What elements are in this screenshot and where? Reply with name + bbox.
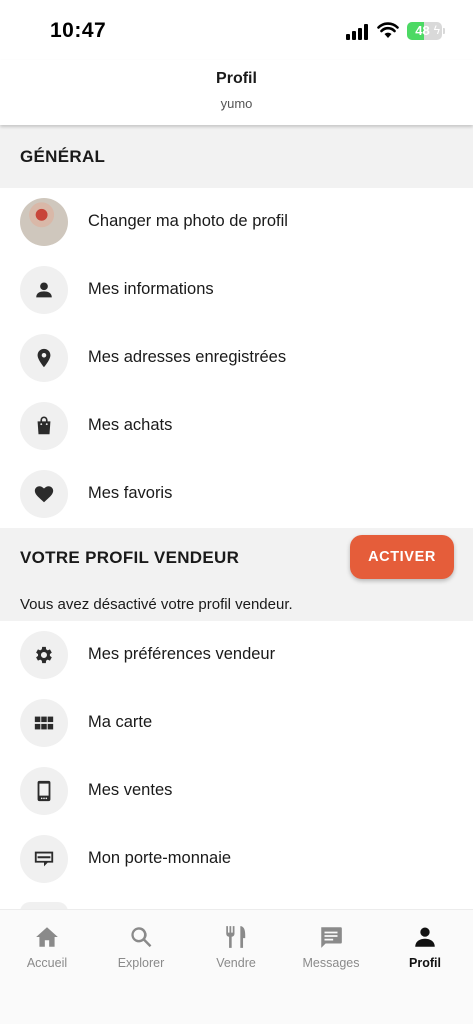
tab-messages[interactable]: Messages <box>284 924 378 970</box>
general-section-title: GÉNÉRAL <box>20 147 106 166</box>
grid-icon <box>20 699 68 747</box>
general-section-header: GÉNÉRAL <box>0 125 473 188</box>
avatar[interactable] <box>20 198 68 246</box>
wifi-icon <box>377 22 399 38</box>
page-title: Profil <box>216 70 257 87</box>
status-bar: 10:47 48 ϟ <box>0 0 473 60</box>
tab-home[interactable]: Accueil <box>0 924 94 970</box>
change-photo-label: Changer ma photo de profil <box>88 212 288 230</box>
tab-messages-label: Messages <box>302 956 360 970</box>
change-photo-row[interactable]: Changer ma photo de profil <box>0 188 473 256</box>
tab-home-label: Accueil <box>26 956 68 970</box>
vendor-preferences-row[interactable]: Mes préférences vendeur <box>0 621 473 689</box>
wallet-label: Mon porte-monnaie <box>88 849 232 867</box>
vendor-preferences-label: Mes préférences vendeur <box>88 645 276 663</box>
activate-button[interactable]: ACTIVER <box>350 535 454 579</box>
page-header: Profil yumo <box>0 60 473 125</box>
bottom-tab-bar: Accueil Explorer Vendre Messages Profil <box>0 909 473 1024</box>
my-info-label: Mes informations <box>88 280 214 298</box>
person-icon <box>415 927 435 947</box>
tab-sell[interactable]: Vendre <box>189 924 283 970</box>
tab-explore[interactable]: Explorer <box>94 924 188 970</box>
tab-profile-label: Profil <box>409 956 441 970</box>
home-icon <box>36 927 58 947</box>
cellular-signal-icon <box>346 24 370 40</box>
my-menu-row[interactable]: Ma carte <box>0 689 473 757</box>
vendor-disabled-note: Vous avez désactivé votre profil vendeur… <box>20 596 293 613</box>
my-favorites-label: Mes favoris <box>88 484 173 502</box>
status-time: 10:47 <box>50 19 107 42</box>
fork-knife-icon <box>226 926 246 948</box>
search-icon <box>131 927 152 948</box>
gear-icon <box>20 631 68 679</box>
tab-explore-label: Explorer <box>117 956 165 970</box>
wallet-icon <box>20 835 68 883</box>
location-pin-icon <box>20 334 68 382</box>
saved-addresses-row[interactable]: Mes adresses enregistrées <box>0 324 473 392</box>
my-menu-label: Ma carte <box>88 713 153 731</box>
wallet-row[interactable]: Mon porte-monnaie <box>0 825 473 893</box>
tab-sell-label: Vendre <box>216 956 256 970</box>
my-purchases-label: Mes achats <box>88 416 173 434</box>
my-purchases-row[interactable]: Mes achats <box>0 392 473 460</box>
person-icon <box>20 266 68 314</box>
my-favorites-row[interactable]: Mes favoris <box>0 460 473 528</box>
heart-icon <box>20 470 68 518</box>
my-info-row[interactable]: Mes informations <box>0 256 473 324</box>
vendor-section-title: VOTRE PROFIL VENDEUR <box>20 548 240 567</box>
tab-profile[interactable]: Profil <box>378 924 472 970</box>
shopping-bag-icon <box>20 402 68 450</box>
my-sales-label: Mes ventes <box>88 781 173 799</box>
battery-icon: 48 ϟ <box>407 22 442 40</box>
username: yumo <box>220 96 253 111</box>
message-icon <box>321 927 342 948</box>
saved-addresses-label: Mes adresses enregistrées <box>88 348 287 366</box>
phone-icon <box>20 767 68 815</box>
my-sales-row[interactable]: Mes ventes <box>0 757 473 825</box>
